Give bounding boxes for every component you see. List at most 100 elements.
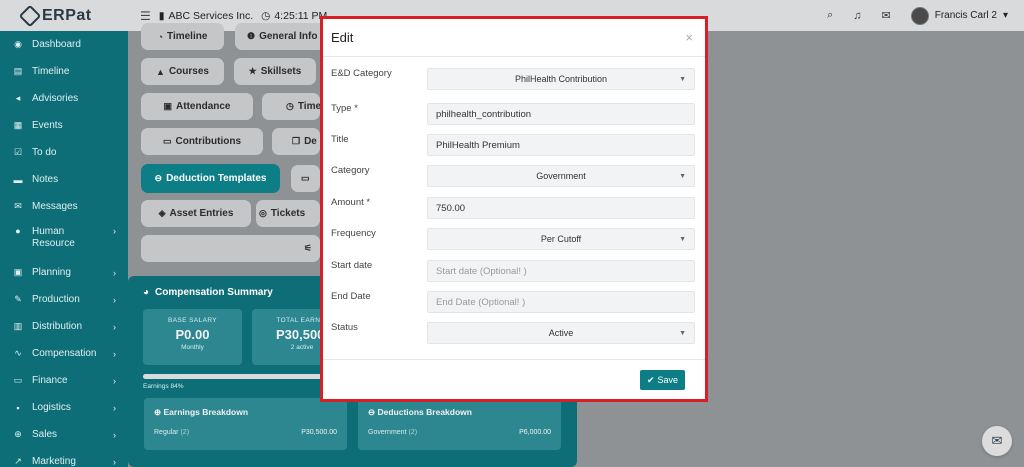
card-icon: ▭ <box>301 173 310 183</box>
sidebar: ◉ Dashboard ▤ Timeline ◂ Advisories ▦ Events ☑ To… <box>0 31 128 467</box>
gift-icon: ❒ <box>292 136 301 146</box>
chevron-right-icon: › <box>113 348 116 359</box>
tab-de[interactable]: ❒ De <box>272 128 320 155</box>
amount-input[interactable]: 750.00 <box>427 197 695 219</box>
timeline-icon: ◔ <box>157 31 164 42</box>
app-logo[interactable]: ERPat <box>0 0 128 31</box>
menu-toggle-icon[interactable]: ☰ <box>140 9 151 23</box>
money-icon: ▭ <box>13 375 23 385</box>
lifebuoy-icon: ◎ <box>259 208 267 218</box>
deductions-breakdown-card: ⊖ Deductions Breakdown Government (2) P6… <box>358 398 561 450</box>
tab-filter[interactable]: ⚟ <box>141 235 320 262</box>
sidebar-item-distribution[interactable]: ▥ Distribution › <box>0 313 128 340</box>
ed-category-label: E&D Category <box>331 68 392 79</box>
end-date-label: End Date <box>331 291 371 302</box>
sidebar-item-advisories[interactable]: ◂ Advisories <box>0 85 128 112</box>
sidebar-item-human-resource[interactable]: ● Human Resource › <box>0 220 128 259</box>
earnings-breakdown-title: ⊕ Earnings Breakdown <box>154 407 248 418</box>
sidebar-item-marketing[interactable]: ↗ Marketing › <box>0 448 128 467</box>
tab-time-label: Time <box>297 101 320 112</box>
modal-title: Edit <box>331 30 354 45</box>
deductions-breakdown-title-text: Deductions Breakdown <box>377 407 472 417</box>
type-input[interactable]: philhealth_contribution <box>427 103 695 125</box>
envelope-icon: ✉ <box>14 201 22 211</box>
tab-partial[interactable]: ▭ <box>291 165 320 192</box>
save-button-label: Save <box>657 375 679 385</box>
chevron-right-icon: › <box>113 375 116 386</box>
deductions-row-count: (2) <box>408 429 418 436</box>
sidebar-item-logistics[interactable]: ▪ Logistics › <box>0 394 128 421</box>
checkbox-icon: ☑ <box>13 147 23 157</box>
tab-courses-label: Courses <box>168 66 209 77</box>
sidebar-item-finance[interactable]: ▭ Finance › <box>0 367 128 394</box>
sidebar-item-label: Marketing <box>32 456 76 467</box>
deductions-breakdown-title: ⊖ Deductions Breakdown <box>368 407 472 418</box>
tab-asset-entries[interactable]: ◈ Asset Entries <box>141 200 251 227</box>
sidebar-item-label: Logistics <box>32 402 71 413</box>
sidebar-item-messages[interactable]: ✉ Messages <box>0 193 128 220</box>
close-icon[interactable]: × <box>685 30 693 45</box>
sidebar-item-label: Human Resource <box>32 226 75 249</box>
inbox-icon[interactable]: ✉ <box>882 9 891 22</box>
earnings-progress-label: Earnings 84% <box>143 383 184 390</box>
ed-category-select[interactable]: PhilHealth Contribution ▼ <box>427 68 695 90</box>
base-salary-card: BASE SALARY P0.00 Monthly <box>143 309 242 365</box>
category-select[interactable]: Government ▼ <box>427 165 695 187</box>
sidebar-item-sales[interactable]: ⊕ Sales › <box>0 421 128 448</box>
sidebar-item-to-do[interactable]: ☑ To do <box>0 139 128 166</box>
sidebar-item-label: Distribution <box>32 321 83 332</box>
frequency-row: Frequency Per Cutoff ▼ <box>331 228 695 250</box>
earnings-breakdown-card: ⊕ Earnings Breakdown Regular (2) P30,500… <box>144 398 347 450</box>
start-date-label: Start date <box>331 260 373 271</box>
category-row: Category Government ▼ <box>331 165 695 187</box>
truck-icon: ▪ <box>16 402 20 413</box>
type-label: Type * <box>331 103 358 114</box>
tab-tickets[interactable]: ◎ Tickets <box>256 200 320 227</box>
sidebar-item-label: Finance <box>32 375 68 386</box>
chat-icon[interactable]: ✉ <box>982 426 1012 456</box>
earnings-row-count: (2) <box>180 429 190 436</box>
tab-attendance[interactable]: ▣ Attendance <box>141 93 253 120</box>
sidebar-item-label: Events <box>32 120 63 131</box>
users-icon: ● <box>15 226 21 236</box>
sidebar-item-planning[interactable]: ▣ Planning › <box>0 259 128 286</box>
pie-chart-icon: ◕ <box>143 287 150 298</box>
tab-courses[interactable]: ▲ Courses <box>141 58 224 85</box>
sidebar-item-events[interactable]: ▦ Events <box>0 112 128 139</box>
end-date-input[interactable]: End Date (Optional! ) <box>427 291 695 313</box>
frequency-select[interactable]: Per Cutoff ▼ <box>427 228 695 250</box>
tab-contributions[interactable]: ▭ Contributions <box>141 128 263 155</box>
user-menu[interactable]: Francis Carl 2 ▾ <box>910 6 1008 25</box>
building-icon: ▮ <box>158 9 165 22</box>
sidebar-item-label: Advisories <box>32 93 79 104</box>
bell-icon[interactable]: ♫ <box>853 10 861 22</box>
calendar-icon: ▦ <box>13 120 23 130</box>
sidebar-item-compensation[interactable]: ∿ Compensation › <box>0 340 128 367</box>
tab-deduction-templates[interactable]: ⊖ Deduction Templates <box>141 164 280 193</box>
tab-skillsets[interactable]: ★ Skillsets <box>234 58 316 85</box>
info-icon: ❶ <box>247 31 256 41</box>
sidebar-item-production[interactable]: ✎ Production › <box>0 286 128 313</box>
caret-down-icon: ▾ <box>1002 10 1008 21</box>
bank-icon: ▥ <box>13 321 23 331</box>
chevron-right-icon: › <box>113 321 116 332</box>
start-date-input[interactable]: Start date (Optional! ) <box>427 260 695 282</box>
status-select[interactable]: Active ▼ <box>427 322 695 344</box>
tab-contributions-label: Contributions <box>175 136 242 147</box>
tab-deduction-templates-label: Deduction Templates <box>166 173 267 184</box>
sidebar-item-dashboard[interactable]: ◉ Dashboard <box>0 31 128 58</box>
tab-time[interactable]: ◷ Time <box>262 93 320 120</box>
company-selector[interactable]: ▮ ABC Services Inc. <box>159 10 253 22</box>
title-input[interactable]: PhilHealth Premium <box>427 134 695 156</box>
star-icon: ★ <box>248 66 257 76</box>
palette-icon: ◉ <box>14 39 22 49</box>
frequency-value: Per Cutoff <box>540 234 582 244</box>
sidebar-item-label: To do <box>32 147 57 158</box>
category-value: Government <box>536 171 586 181</box>
search-icon[interactable]: ⌕ <box>827 9 833 22</box>
sidebar-item-notes[interactable]: ▬ Notes <box>0 166 128 193</box>
save-button[interactable]: ✔ Save <box>640 370 685 390</box>
tab-timeline[interactable]: ◔ Timeline <box>141 23 224 50</box>
tab-general-info[interactable]: ❶ General Info <box>235 23 325 50</box>
sidebar-item-timeline[interactable]: ▤ Timeline <box>0 58 128 85</box>
